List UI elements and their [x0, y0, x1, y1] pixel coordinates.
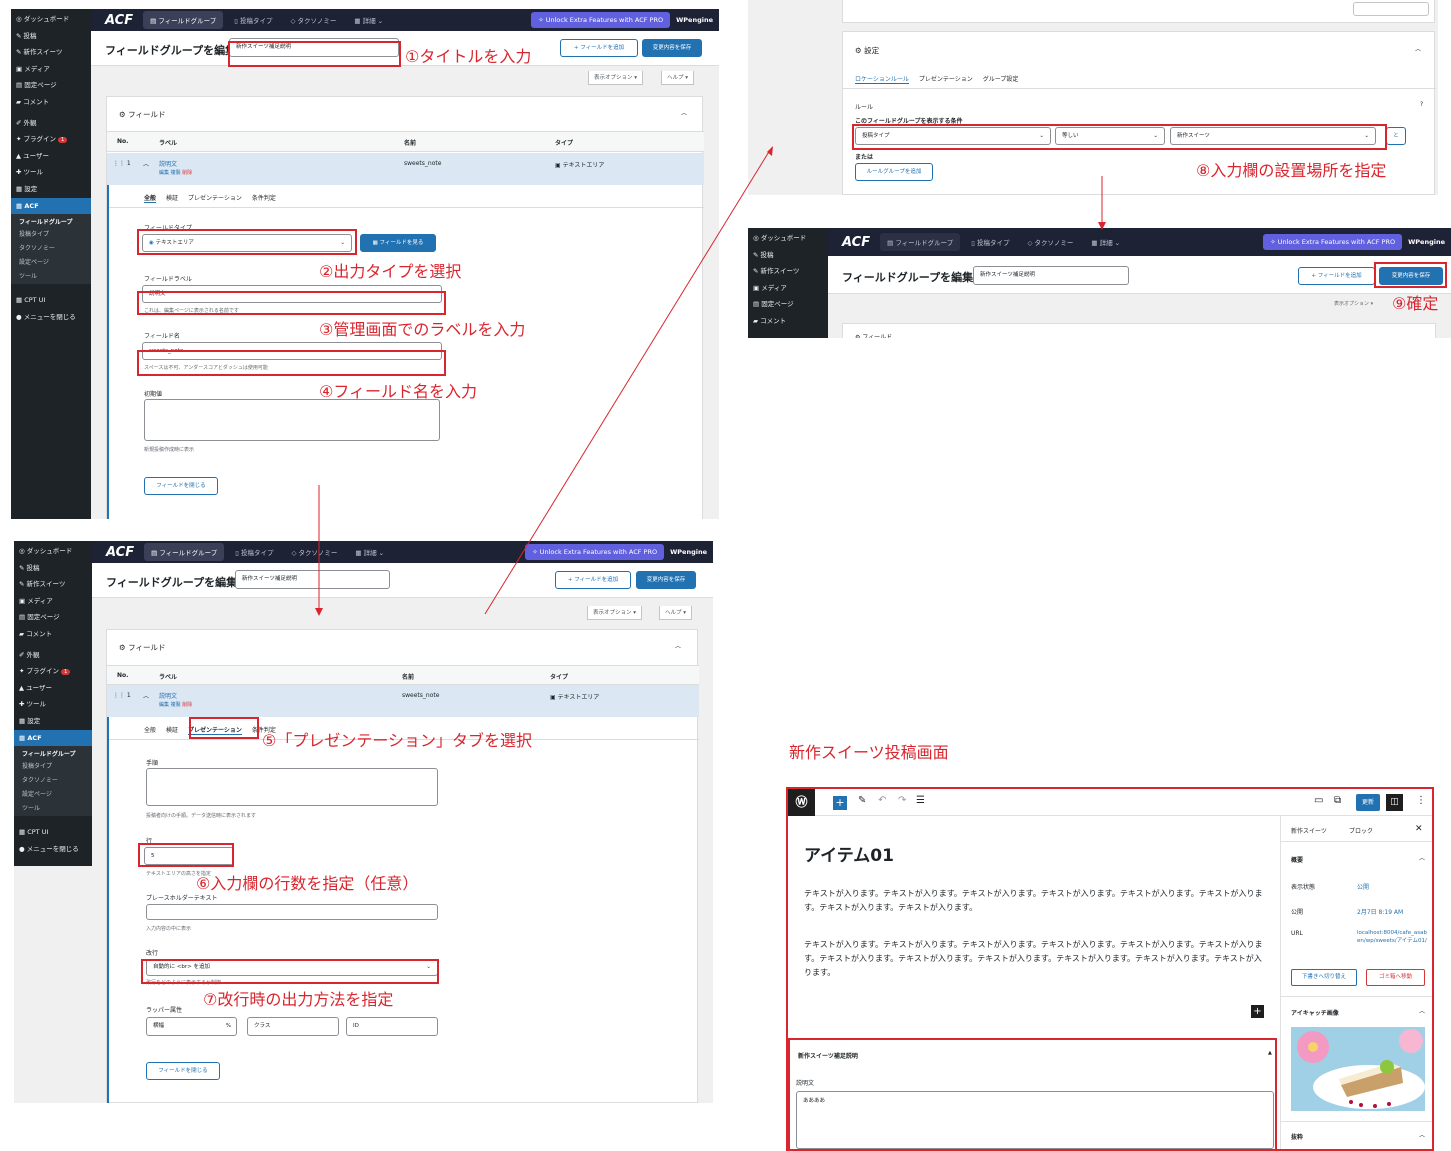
- arrowhead-down: [315, 608, 323, 616]
- annotation-7: ⑦改行時の出力方法を指定: [203, 990, 394, 1009]
- annotation-6: ⑥入力欄の行数を指定（任意）: [196, 874, 419, 893]
- annotation-2: ②出力タイプを選択: [319, 262, 462, 281]
- annotation-8: ⑧入力欄の設置場所を指定: [1196, 161, 1387, 180]
- annotation-1: ①タイトルを入力: [405, 47, 532, 66]
- arrowhead-down: [1098, 222, 1106, 230]
- editor-caption: 新作スイーツ投稿画面: [789, 743, 949, 762]
- arrow-panel2-to-panel3: [484, 149, 771, 615]
- annotation-9: ⑨確定: [1392, 294, 1439, 313]
- annotation-4: ④フィールド名を入力: [319, 382, 478, 401]
- annotation-5: ⑤「プレゼンテーション」タブを選択: [262, 731, 533, 750]
- annotation-3: ③管理画面でのラベルを入力: [319, 320, 526, 339]
- arrowhead-up-right: [767, 146, 773, 156]
